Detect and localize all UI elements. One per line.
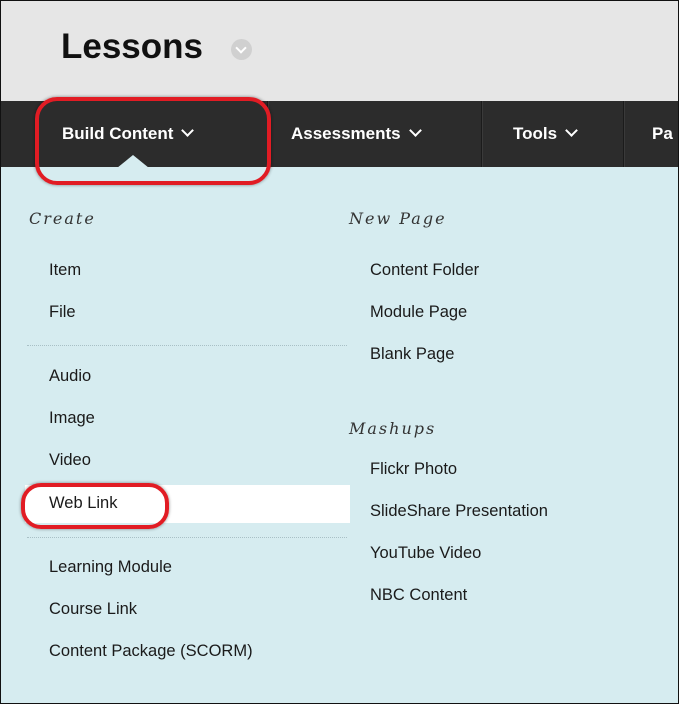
menu-item-video[interactable]: Video [49, 451, 91, 470]
chevron-down-icon [565, 124, 578, 137]
menu-item-image[interactable]: Image [49, 409, 95, 428]
menu-item-course-link[interactable]: Course Link [49, 600, 137, 619]
title-options-icon[interactable] [231, 39, 252, 60]
chevron-down-icon [408, 124, 422, 137]
menu-item-youtube-video[interactable]: YouTube Video [370, 544, 481, 563]
menu-item-content-package[interactable]: Content Package (SCORM) [49, 642, 253, 661]
menu-item-module-page[interactable]: Module Page [370, 303, 467, 322]
menu-item-nbc-content[interactable]: NBC Content [370, 586, 467, 605]
partial-menu[interactable]: Pa [652, 101, 673, 167]
mashups-heading: Mashups [349, 419, 437, 438]
tools-label: Tools [513, 124, 558, 143]
menu-item-content-folder[interactable]: Content Folder [370, 261, 479, 280]
new-page-heading: New Page [349, 209, 447, 228]
page-header: Lessons [1, 1, 678, 101]
build-content-dropdown: Create Item File Audio Image Video Web L… [1, 167, 678, 703]
menu-item-learning-module[interactable]: Learning Module [49, 558, 172, 577]
menu-item-flickr-photo[interactable]: Flickr Photo [370, 460, 457, 479]
nav-divider [481, 101, 483, 167]
page-title: Lessons [61, 27, 203, 66]
menu-item-audio[interactable]: Audio [49, 367, 91, 386]
menu-item-item[interactable]: Item [49, 261, 81, 280]
partial-menu-label: Pa [652, 124, 673, 143]
menu-divider [27, 537, 347, 538]
course-page: Lessons Build Content Assessments Tools … [0, 0, 679, 704]
assessments-label: Assessments [291, 124, 401, 143]
create-heading: Create [29, 209, 96, 228]
assessments-menu[interactable]: Assessments [291, 101, 422, 167]
menu-item-slideshare[interactable]: SlideShare Presentation [370, 502, 548, 521]
build-content-annotation-ring [35, 97, 271, 185]
menu-item-blank-page[interactable]: Blank Page [370, 345, 454, 364]
menu-divider [27, 345, 347, 346]
tools-menu[interactable]: Tools [513, 101, 578, 167]
nav-divider [623, 101, 625, 167]
menu-item-file[interactable]: File [49, 303, 76, 322]
web-link-annotation-ring [21, 483, 169, 529]
